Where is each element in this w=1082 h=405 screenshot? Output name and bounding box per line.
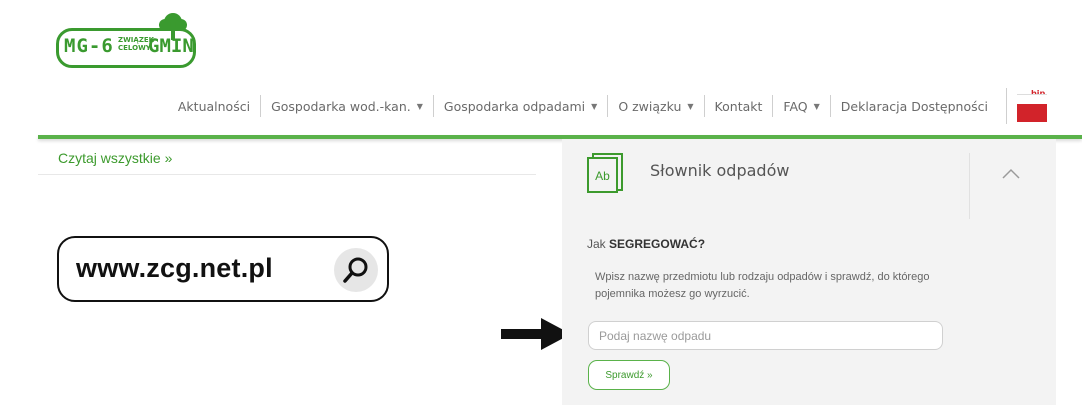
- dictionary-book-icon: Ab: [587, 153, 623, 193]
- nav-item-label: Gospodarka odpadami: [443, 98, 586, 114]
- waste-dictionary-panel: Ab Słownik odpadów Jak SEGREGOWAĆ? Wpisz…: [562, 139, 1056, 405]
- content-divider: [38, 174, 536, 175]
- caret-down-icon: ▼: [687, 101, 694, 111]
- header-separator: [969, 153, 970, 219]
- chevron-up-icon[interactable]: [1002, 167, 1020, 179]
- bip-flag-icon: [1017, 94, 1047, 104]
- site-logo[interactable]: MG-6 ZWIĄZEK CELOWY GMIN: [56, 12, 198, 68]
- nav-item-label: O związku: [618, 98, 682, 114]
- waste-search-input[interactable]: [588, 321, 943, 350]
- caret-down-icon: ▼: [813, 101, 820, 111]
- panel-description: Wpisz nazwę przedmiotu lub rodzaju odpad…: [595, 271, 930, 300]
- check-button[interactable]: Sprawdź »: [588, 360, 670, 390]
- panel-header: Ab Słownik odpadów: [562, 139, 1056, 219]
- nav-item-aktualnosci[interactable]: Aktualności: [168, 95, 260, 117]
- nav-item-gospodarka-odpadami[interactable]: Gospodarka odpadami ▼: [432, 95, 607, 117]
- nav-item-label: FAQ: [783, 98, 808, 114]
- question-bold: SEGREGOWAĆ?: [609, 237, 706, 251]
- nav-item-o-zwiazku[interactable]: O związku ▼: [607, 95, 703, 117]
- nav-item-label: Kontakt: [714, 98, 763, 114]
- nav-item-deklaracja-dostepnosci[interactable]: Deklaracja Dostępności: [829, 95, 998, 117]
- main-navigation: Aktualności Gospodarka wod.-kan. ▼ Gospo…: [168, 88, 1047, 124]
- logo-text-right: GMIN: [148, 35, 194, 57]
- logo-text-small: ZWIĄZEK CELOWY: [118, 36, 155, 52]
- nav-item-label: Deklaracja Dostępności: [840, 98, 988, 114]
- nav-item-gospodarka-wod-kan[interactable]: Gospodarka wod.-kan. ▼: [260, 95, 433, 117]
- bip-flag-red: [1017, 104, 1047, 122]
- panel-title: Słownik odpadów: [650, 161, 790, 180]
- dictionary-icon-text: Ab: [595, 169, 610, 183]
- segregation-question: Jak SEGREGOWAĆ?: [587, 237, 705, 251]
- arrow-right-icon: [501, 318, 571, 350]
- nav-item-faq[interactable]: FAQ ▼: [772, 95, 829, 117]
- question-prefix: Jak: [587, 237, 610, 251]
- url-badge: www.zcg.net.pl: [57, 236, 389, 302]
- nav-item-label: Aktualności: [177, 98, 251, 114]
- nav-item-kontakt[interactable]: Kontakt: [703, 95, 773, 117]
- logo-text-left: MG-6: [64, 35, 114, 57]
- read-all-link[interactable]: Czytaj wszystkie »: [58, 150, 172, 166]
- site-header: MG-6 ZWIĄZEK CELOWY GMIN Aktualności Gos…: [0, 0, 1082, 138]
- search-icon: [334, 248, 378, 292]
- nav-item-label: Gospodarka wod.-kan.: [271, 98, 411, 114]
- caret-down-icon: ▼: [591, 101, 598, 111]
- caret-down-icon: ▼: [416, 101, 423, 111]
- bip-link[interactable]: bip: [1006, 88, 1047, 124]
- url-text: www.zcg.net.pl: [76, 253, 273, 283]
